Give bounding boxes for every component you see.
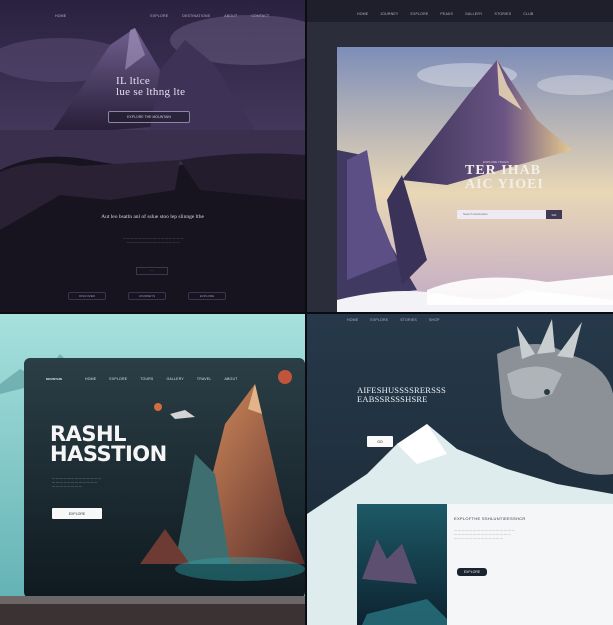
mountain-illustration — [337, 47, 613, 312]
nav-item-home[interactable]: Home — [55, 14, 66, 18]
hero-headline-line2: HASSTION — [50, 442, 167, 466]
mosaic-grid: Home Explore Destinations About Contact … — [0, 0, 613, 625]
hero-headline: RASHL HASSTION — [50, 422, 167, 466]
footer-item[interactable]: EXPLORE — [188, 292, 226, 300]
top-nav: Home Explore Destinations About Contact — [55, 14, 269, 18]
search-input[interactable]: Search destination — [463, 212, 488, 216]
footer-item[interactable]: DISCOVER — [68, 292, 106, 300]
search-button[interactable]: GO — [546, 210, 562, 219]
hero-title-line1: TER IHAB — [465, 163, 542, 178]
logo[interactable]: MOUNTAIN — [46, 377, 62, 381]
nav-item-travel[interactable]: Travel — [197, 377, 212, 381]
panel-dragon-snow: Home Explore Stories Shop AIFESHUSSSSRER… — [307, 314, 613, 625]
hero-headline-line2: EABSSRSSSHSRE — [357, 394, 428, 404]
hero-explore-button[interactable]: EXPLORE THE MOUNTAIN — [108, 111, 190, 123]
nav-item-contact[interactable]: Contact — [251, 14, 269, 18]
top-nav: Home Explore Stories Shop — [347, 318, 440, 322]
card-body: — — — — — — — — — — — — — — — — — — — — —… — [454, 528, 515, 540]
top-nav: Home Explore Tours Gallery Travel About — [85, 377, 238, 381]
body-text: — — — — — — — — — — — — — — — — — — — — —… — [122, 236, 184, 244]
hero-title: TER IHAB AIC YIOEI — [465, 164, 544, 192]
nav-item-explore[interactable]: Explore — [150, 14, 168, 18]
nav-item-tours[interactable]: Tours — [140, 377, 153, 381]
nav-item-home[interactable]: Home — [347, 318, 358, 322]
panel-purple-mountain: Home Explore Destinations About Contact … — [0, 0, 305, 312]
hero-headline-line1: RASHL — [50, 422, 127, 446]
nav-item-explore[interactable]: Explore — [109, 377, 127, 381]
card-title: EXPLOFTHE SSHLUNTIEESSHCR — [454, 516, 526, 521]
nav-item-about[interactable]: About — [224, 14, 237, 18]
more-button[interactable]: ··· — [136, 267, 168, 275]
footer-items: DISCOVER JOURNEYS EXPLORE — [68, 292, 226, 300]
body-text: — — — — — — — — — — — — — — — — [492, 252, 522, 260]
dragon-illustration — [307, 314, 613, 625]
search-bar: Search destination GO — [457, 210, 562, 219]
explore-button[interactable]: EXPLORE — [52, 508, 102, 519]
nav-item-home[interactable]: Home — [85, 377, 96, 381]
tagline: Aut leo bsatln anl of sslue stoo lep sli… — [101, 214, 204, 220]
panel-golden-peak: Home Journey Explore Peaks Gallery Stori… — [307, 0, 613, 312]
hero-title: IL ltlce lue se lthng lte — [116, 76, 185, 98]
footer-item[interactable]: JOURNEYS — [128, 292, 166, 300]
nav-item-destinations[interactable]: Destinations — [182, 14, 210, 18]
mountain-illustration — [0, 0, 305, 312]
nav-item-gallery[interactable]: Gallery — [166, 377, 183, 381]
body-text: — — — — — — — — — — — — — — — — — — — — —… — [52, 476, 102, 488]
nav-item-shop[interactable]: Shop — [429, 318, 440, 322]
card-button[interactable]: EXPLORE — [457, 568, 487, 576]
nav-item-explore[interactable]: Explore — [370, 318, 388, 322]
hero-headline: AIFESHUSSSSRERSSS EABSSRSSSHSRE — [357, 386, 446, 404]
hero-button[interactable]: GO — [367, 436, 393, 447]
hero-title-line2: lue se lthng lte — [116, 86, 186, 98]
hero-title-line2: AIC YIOEI — [465, 177, 544, 192]
nav-item-about[interactable]: About — [224, 377, 237, 381]
laptop-illustration — [0, 314, 305, 625]
panel-laptop-teal: MOUNTAIN Home Explore Tours Gallery Trav… — [0, 314, 305, 625]
nav-item-stories[interactable]: Stories — [400, 318, 417, 322]
